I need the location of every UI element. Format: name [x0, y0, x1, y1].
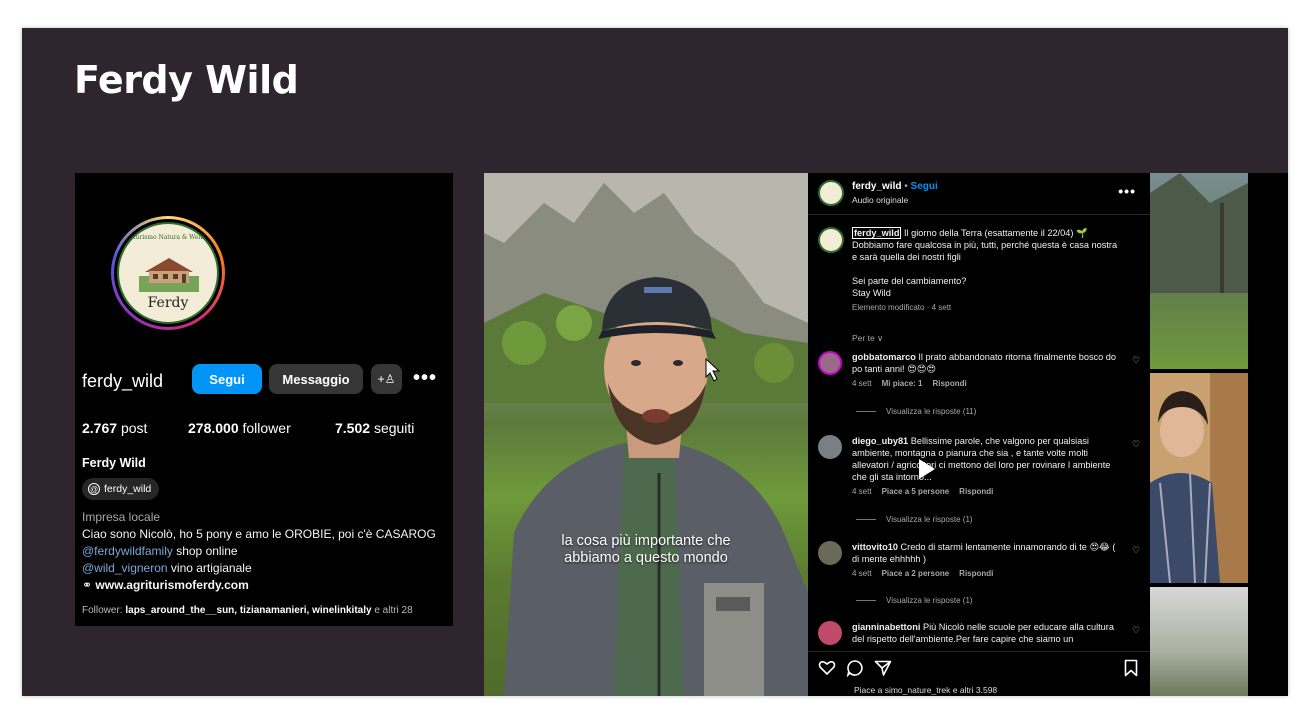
bookmark-icon[interactable] — [1122, 659, 1140, 677]
ferdy-logo: Agriturismo Natura & Wellness Ferdy — [117, 222, 219, 324]
original-audio-label[interactable]: Audio originale — [852, 195, 908, 205]
play-icon[interactable] — [911, 455, 939, 483]
slide-title: Ferdy Wild — [74, 58, 299, 102]
grid-thumbnail[interactable] — [1150, 373, 1248, 583]
post-caption: ferdy_wild Il giorno della Terra (esatta… — [852, 227, 1142, 314]
website-link[interactable]: www.agriturismoferdy.com — [95, 578, 248, 592]
followers-count[interactable]: 278.000 follower — [188, 420, 291, 436]
likes-summary[interactable]: Piace a simo_nature_trek e altri 3.598 — [854, 685, 997, 695]
threads-badge[interactable]: @ ferdy_wild — [82, 478, 160, 500]
threads-icon: @ — [88, 483, 100, 495]
commenter-username[interactable]: gobbatomarco — [852, 352, 916, 362]
post-author-avatar[interactable] — [818, 180, 844, 206]
reply-link[interactable]: Rispondi — [959, 569, 993, 578]
commenter-username[interactable]: vittovito10 — [852, 542, 898, 552]
comment-like-icon[interactable]: ♡ — [1132, 545, 1142, 555]
bio-line: @wild_vigneron vino artigianale — [82, 561, 252, 575]
profile-display-name: Ferdy Wild — [82, 456, 146, 470]
post-author: ferdy_wild • Segui — [852, 181, 938, 192]
bio-line: Ciao sono Nicolò, ho 5 pony e amo le ORO… — [82, 527, 436, 541]
caption-meta: Elemento modificato · 4 sett — [852, 303, 952, 312]
commenter-avatar[interactable] — [818, 621, 842, 645]
post-more-icon[interactable]: ••• — [1118, 183, 1136, 199]
link-icon: ⚭ — [82, 578, 93, 592]
commenter-avatar[interactable] — [818, 351, 842, 375]
caption-username[interactable]: ferdy_wild — [852, 227, 902, 239]
man-speaking — [504, 277, 808, 696]
following-count[interactable]: 7.502 seguiti — [335, 420, 414, 436]
profile-category: Impresa locale — [82, 510, 161, 524]
reply-link[interactable]: Rispondi — [932, 379, 966, 388]
commenter-username[interactable]: diego_uby81 — [852, 436, 908, 446]
comment-like-icon[interactable]: ♡ — [1132, 439, 1142, 449]
share-icon[interactable] — [874, 659, 892, 677]
reel-video[interactable]: la cosa più importante che abbiamo a que… — [484, 173, 808, 696]
view-replies-link[interactable]: Visualizza le risposte (1) — [856, 596, 973, 605]
view-replies-link[interactable]: Visualizza le risposte (1) — [856, 515, 973, 524]
instagram-post-viewer: la cosa più importante che abbiamo a que… — [484, 173, 1288, 696]
commenter-username[interactable]: gianninabettoni — [852, 622, 920, 632]
video-subtitle: la cosa più importante che abbiamo a que… — [561, 533, 731, 566]
profile-avatar[interactable]: Agriturismo Natura & Wellness Ferdy — [111, 216, 225, 330]
comment-like-icon[interactable]: ♡ — [1132, 625, 1142, 635]
suggest-people-button[interactable]: +♙ — [371, 364, 402, 394]
comment-icon[interactable] — [846, 659, 864, 677]
message-button[interactable]: Messaggio — [269, 364, 363, 394]
profile-grid-preview — [1150, 173, 1288, 696]
caption-author-avatar[interactable] — [818, 227, 844, 253]
follow-button[interactable]: Segui — [192, 364, 262, 394]
grid-thumbnail[interactable] — [1150, 173, 1248, 369]
view-replies-link[interactable]: Visualizza le risposte (11) — [856, 407, 976, 416]
post-details-sidebar: ferdy_wild • Segui Audio originale ••• f… — [808, 173, 1150, 696]
heart-icon[interactable] — [818, 659, 836, 677]
post-header: ferdy_wild • Segui Audio originale ••• — [808, 173, 1150, 215]
commenter-avatar[interactable] — [818, 541, 842, 565]
logo-word: Ferdy — [147, 295, 189, 311]
presentation-slide: Ferdy Wild Agriturismo Natura & Wellness — [22, 28, 1288, 696]
posts-count: 2.767 post — [82, 420, 148, 436]
instagram-profile-panel: Agriturismo Natura & Wellness Ferdy ferd… — [75, 173, 453, 626]
post-author-username[interactable]: ferdy_wild — [852, 181, 901, 192]
followed-by-line[interactable]: Follower: laps_around_the__sun, tizianam… — [82, 605, 413, 616]
commenter-avatar[interactable] — [818, 435, 842, 459]
mention-link[interactable]: @ferdywildfamily — [82, 544, 173, 558]
profile-username: ferdy_wild — [82, 371, 164, 391]
bio-line: @ferdywildfamily shop online — [82, 544, 238, 558]
threads-handle: ferdy_wild — [104, 483, 152, 495]
post-actions-bar: Piace a simo_nature_trek e altri 3.598 — [808, 651, 1150, 696]
more-options-button[interactable]: ••• — [411, 366, 439, 390]
profile-bio: Impresa locale Ciao sono Nicolò, ho 5 po… — [82, 509, 453, 594]
website-line: ⚭ www.agriturismoferdy.com — [82, 577, 453, 594]
grid-thumbnail[interactable] — [1150, 587, 1248, 696]
comment-like-icon[interactable]: ♡ — [1132, 355, 1142, 365]
logo-arc-text: Agriturismo Natura & Wellness — [120, 234, 216, 241]
farmhouse-icon — [139, 258, 199, 292]
comments-filter-dropdown[interactable]: Per te ∨ — [852, 333, 883, 344]
post-follow-link[interactable]: Segui — [911, 181, 938, 192]
reply-link[interactable]: Rispondi — [959, 487, 993, 496]
mention-link[interactable]: @wild_vigneron — [82, 561, 168, 575]
